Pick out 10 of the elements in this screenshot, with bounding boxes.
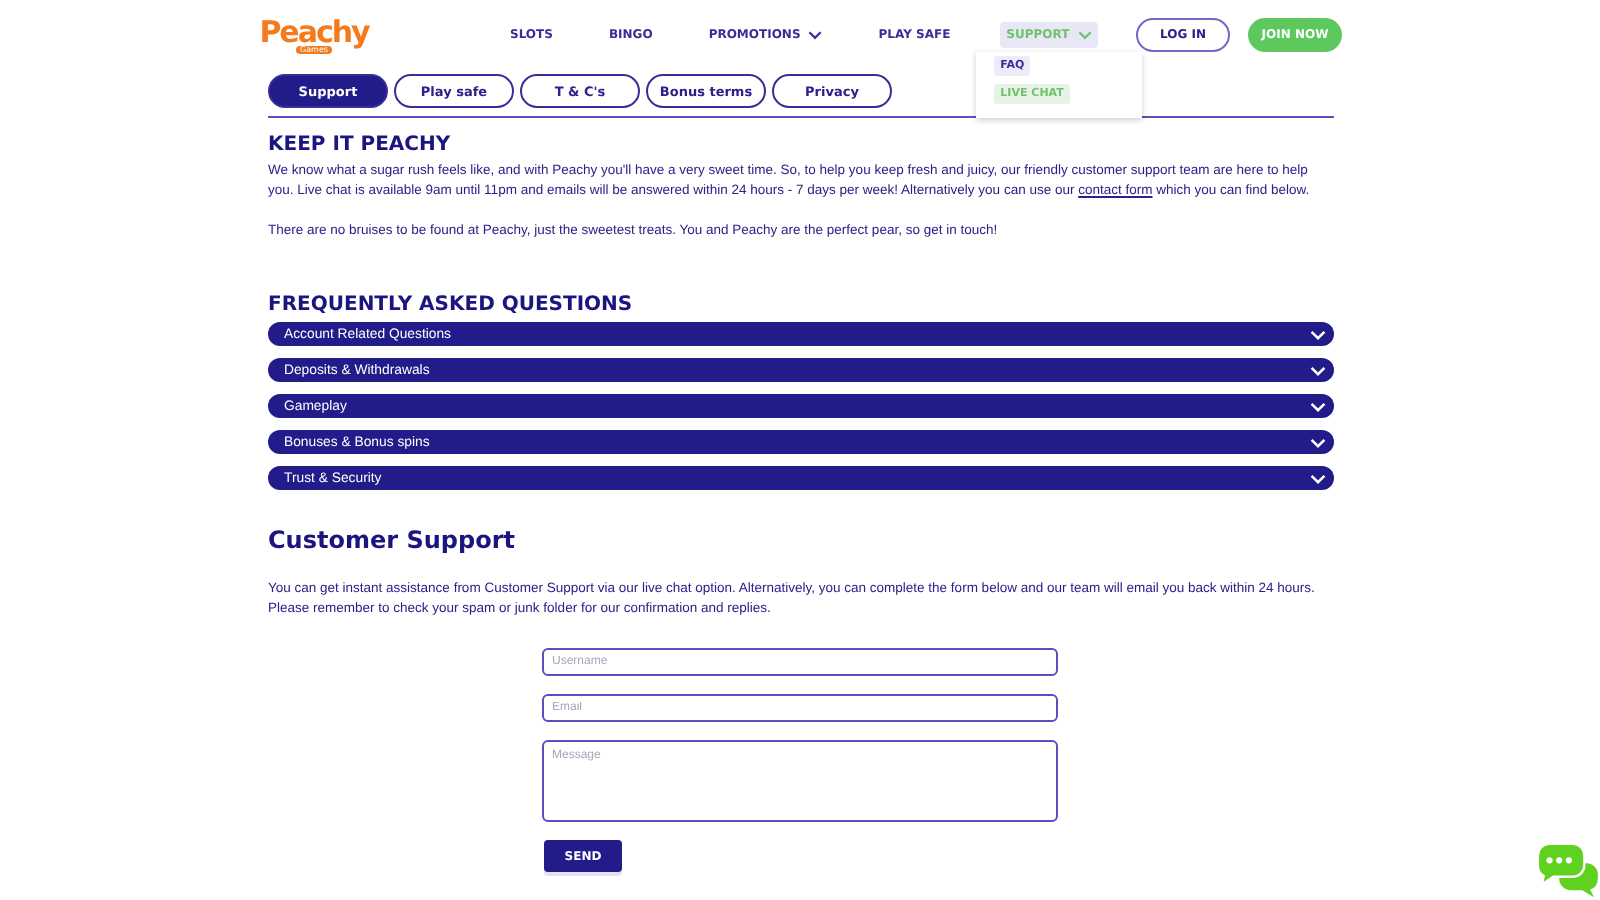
- chevron-down-icon: [1310, 437, 1326, 447]
- chevron-down-icon: [1310, 329, 1326, 339]
- section-heading: KEEP IT PEACHY: [268, 134, 453, 158]
- chevron-down-icon: [808, 29, 823, 39]
- chevron-down-icon: [1310, 473, 1326, 483]
- section-heading: Customer Support: [268, 526, 517, 554]
- chevron-down-icon: [1310, 365, 1326, 375]
- chevron-down-icon: [1077, 29, 1092, 39]
- section-heading: FREQUENTLY ASKED QUESTIONS: [268, 294, 635, 318]
- chevron-down-icon: [1310, 401, 1326, 411]
